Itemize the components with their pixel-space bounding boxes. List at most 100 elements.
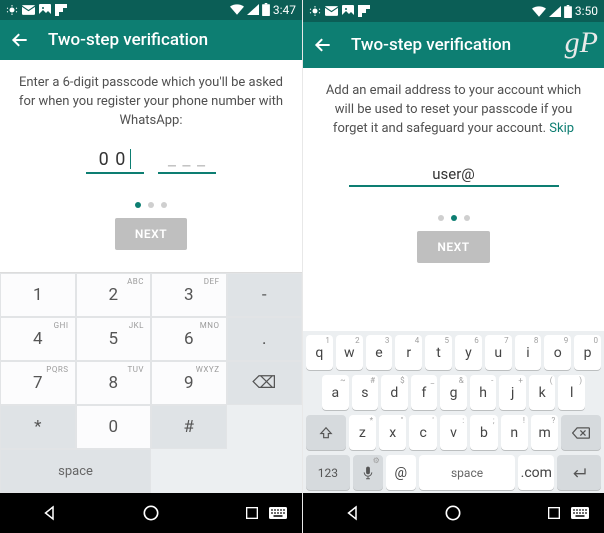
instruction-text: Add an email address to your account whi… [321, 82, 586, 139]
app-bar: Two-step verification [303, 22, 604, 68]
mic-key[interactable]: ⚙ [353, 455, 383, 490]
key-t[interactable]: t5 [425, 335, 452, 370]
keypad-key-⌫[interactable]: ⌫ [227, 361, 303, 405]
progress-dot [438, 215, 444, 221]
key-v[interactable]: v: [440, 415, 467, 450]
passcode-group-2: _ _ _ [158, 149, 216, 174]
instruction-text: Enter a 6-digit passcode which you'll be… [18, 74, 284, 131]
debug-icon [6, 4, 18, 16]
keypad-key-0[interactable]: 0 [76, 405, 152, 449]
passcode-group-1: 0 0 [99, 149, 127, 170]
flipboard-icon [55, 4, 67, 16]
app-bar: Two-step verification [0, 20, 302, 61]
progress-dot [464, 215, 470, 221]
progress-dot [161, 202, 167, 208]
key-o[interactable]: o9 [544, 335, 571, 370]
key-p[interactable]: p0 [574, 335, 601, 370]
key-i[interactable]: i8 [515, 335, 542, 370]
key-a[interactable]: a~ [322, 375, 349, 410]
keypad-key-9[interactable]: 9WXYZ [151, 361, 227, 405]
key-y[interactable]: y6 [455, 335, 482, 370]
signal-icon [549, 6, 561, 17]
keypad-key-4[interactable]: 4GHI [0, 317, 76, 361]
keypad-key-3[interactable]: 3DEF [151, 273, 227, 317]
keypad-key-5[interactable]: 5JKL [76, 317, 152, 361]
nav-keyboard-icon[interactable] [258, 493, 298, 533]
nav-bar [0, 493, 302, 533]
keypad-key-8[interactable]: 8TUV [76, 361, 152, 405]
key-k[interactable]: k( [529, 375, 556, 410]
keypad-key-*[interactable]: * [0, 405, 76, 449]
keypad-key-7[interactable]: 7PQRS [0, 361, 76, 405]
phone-right: 3:50 Two-step verification Add an email … [302, 0, 604, 533]
content-area: Enter a 6-digit passcode which you'll be… [0, 60, 302, 272]
image-icon [39, 4, 51, 16]
next-button[interactable]: NEXT [417, 231, 489, 263]
backspace-key[interactable] [561, 415, 601, 450]
progress-dots [18, 202, 284, 208]
nav-keyboard-icon[interactable] [560, 493, 600, 533]
keypad-key-1[interactable]: 1 [0, 273, 76, 317]
enter-key[interactable] [557, 455, 601, 490]
mail-icon [325, 6, 338, 16]
back-arrow-icon[interactable] [313, 35, 333, 55]
signal-icon [247, 4, 259, 15]
wifi-icon [532, 6, 546, 17]
status-time: 3:50 [575, 4, 598, 18]
key-space[interactable]: space [419, 455, 515, 490]
key-w[interactable]: w2 [336, 335, 363, 370]
flipboard-icon [358, 5, 370, 17]
key-z[interactable]: z* [349, 415, 376, 450]
keypad-key-.[interactable]: . [227, 317, 303, 361]
key-d[interactable]: d$ [381, 375, 408, 410]
keypad-key-2[interactable]: 2ABC [76, 273, 152, 317]
app-bar-title: Two-step verification [351, 35, 511, 55]
key-.com[interactable]: .com [518, 455, 554, 490]
status-bar: 3:47 [0, 0, 302, 20]
battery-icon [564, 5, 572, 18]
key-j[interactable]: j+ [499, 375, 526, 410]
email-input[interactable] [349, 163, 559, 187]
app-bar-title: Two-step verification [48, 30, 208, 50]
key-s[interactable]: s# [352, 375, 379, 410]
progress-dot [451, 215, 457, 221]
nav-home-icon[interactable] [131, 493, 171, 533]
nav-back-icon[interactable] [30, 493, 70, 533]
key-f[interactable]: f_ [411, 375, 438, 410]
image-icon [342, 5, 354, 17]
key-123[interactable]: 123 [306, 455, 350, 490]
nav-bar [303, 493, 604, 533]
next-button[interactable]: NEXT [115, 218, 187, 250]
status-time: 3:47 [273, 3, 296, 17]
keypad-key-6[interactable]: 6MNO [151, 317, 227, 361]
progress-dot [148, 202, 154, 208]
key-r[interactable]: r4 [395, 335, 422, 370]
key-n[interactable]: n! [501, 415, 528, 450]
number-keypad: 12ABC3DEF- 4GHI5JKL6MNO. 7PQRS8TUV9WXYZ⌫ *0… [0, 272, 302, 493]
key-u[interactable]: u7 [485, 335, 512, 370]
key-l[interactable]: l) [558, 375, 585, 410]
key-q[interactable]: q1 [306, 335, 333, 370]
progress-dot [135, 202, 141, 208]
content-area: Add an email address to your account whi… [303, 68, 604, 285]
passcode-input[interactable]: 0 0 _ _ _ [18, 149, 284, 174]
keypad-key-space[interactable]: space [0, 449, 151, 493]
qwerty-keyboard: q1w2e3r4t5y6u7i8o9p0 a~s#d$f_g&h-j+k(l) z*… [303, 331, 604, 493]
key-b[interactable]: b; [470, 415, 497, 450]
status-bar: 3:50 [303, 0, 604, 22]
key-e[interactable]: e3 [366, 335, 393, 370]
shift-key[interactable] [306, 415, 346, 450]
keypad-key-#[interactable]: # [151, 405, 227, 449]
back-arrow-icon[interactable] [10, 30, 30, 50]
key-h[interactable]: h- [470, 375, 497, 410]
key-c[interactable]: c' [409, 415, 436, 450]
skip-link[interactable]: Skip [549, 121, 574, 136]
key-@[interactable]: @ [386, 455, 416, 490]
key-m[interactable]: m? [531, 415, 558, 450]
key-g[interactable]: g& [440, 375, 467, 410]
wifi-icon [230, 4, 244, 15]
key-x[interactable]: x" [379, 415, 406, 450]
nav-home-icon[interactable] [433, 493, 473, 533]
keypad-key--[interactable]: - [227, 273, 303, 317]
nav-back-icon[interactable] [333, 493, 373, 533]
